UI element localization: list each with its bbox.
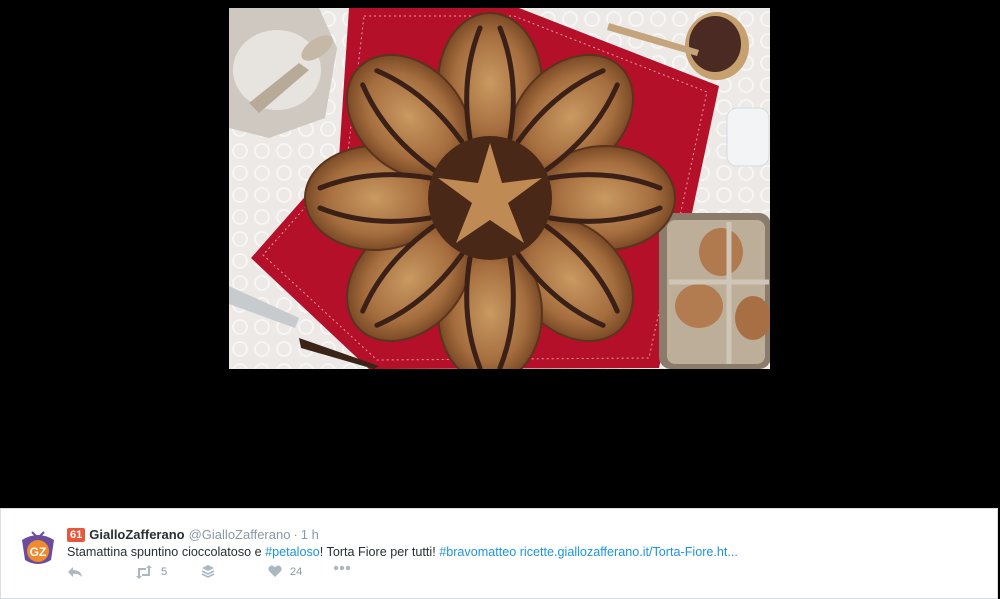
tweet-photo[interactable] (229, 8, 770, 369)
separator-dot: · (293, 527, 298, 542)
stack-icon (201, 565, 215, 578)
like-button[interactable]: 24 (268, 565, 302, 578)
tweet-text: Stamattina spuntino cioccolatoso e #peta… (67, 544, 738, 560)
save-button[interactable] (201, 565, 215, 579)
ellipsis-icon (333, 565, 351, 571)
media-viewer (0, 0, 1000, 508)
notification-badge: 61 (67, 528, 86, 542)
tweet-text-middle: ! Torta Fiore per tutti! (319, 545, 440, 559)
tweet-text-start: Stamattina spuntino cioccolatoso e (67, 545, 266, 559)
hashtag-bravomatteo[interactable]: #bravomatteo (439, 545, 516, 559)
reply-icon (68, 567, 82, 577)
heart-icon (268, 565, 282, 577)
retweet-count: 5 (161, 566, 168, 578)
like-count: 24 (290, 565, 303, 578)
user-handle[interactable]: @GialloZafferano (189, 527, 291, 542)
reply-button[interactable] (67, 565, 83, 579)
retweet-icon (136, 565, 152, 579)
retweet-button[interactable]: 5 (135, 565, 167, 579)
display-name[interactable]: GialloZafferano (89, 527, 184, 542)
tweet-header: 61 GialloZafferano @GialloZafferano · 1 h (67, 527, 319, 543)
tweet-card[interactable]: GZ 61 GialloZafferano @GialloZafferano · 1 h… (0, 508, 998, 599)
timestamp[interactable]: 1 h (301, 527, 319, 542)
tweet-link[interactable]: ricette.giallozafferano.it/Torta-Fiore.h… (520, 545, 738, 559)
hashtag-petaloso[interactable]: #petaloso (265, 545, 320, 559)
avatar[interactable]: GZ (18, 528, 58, 568)
avatar-letters: GZ (30, 545, 47, 559)
more-button[interactable] (333, 565, 351, 571)
